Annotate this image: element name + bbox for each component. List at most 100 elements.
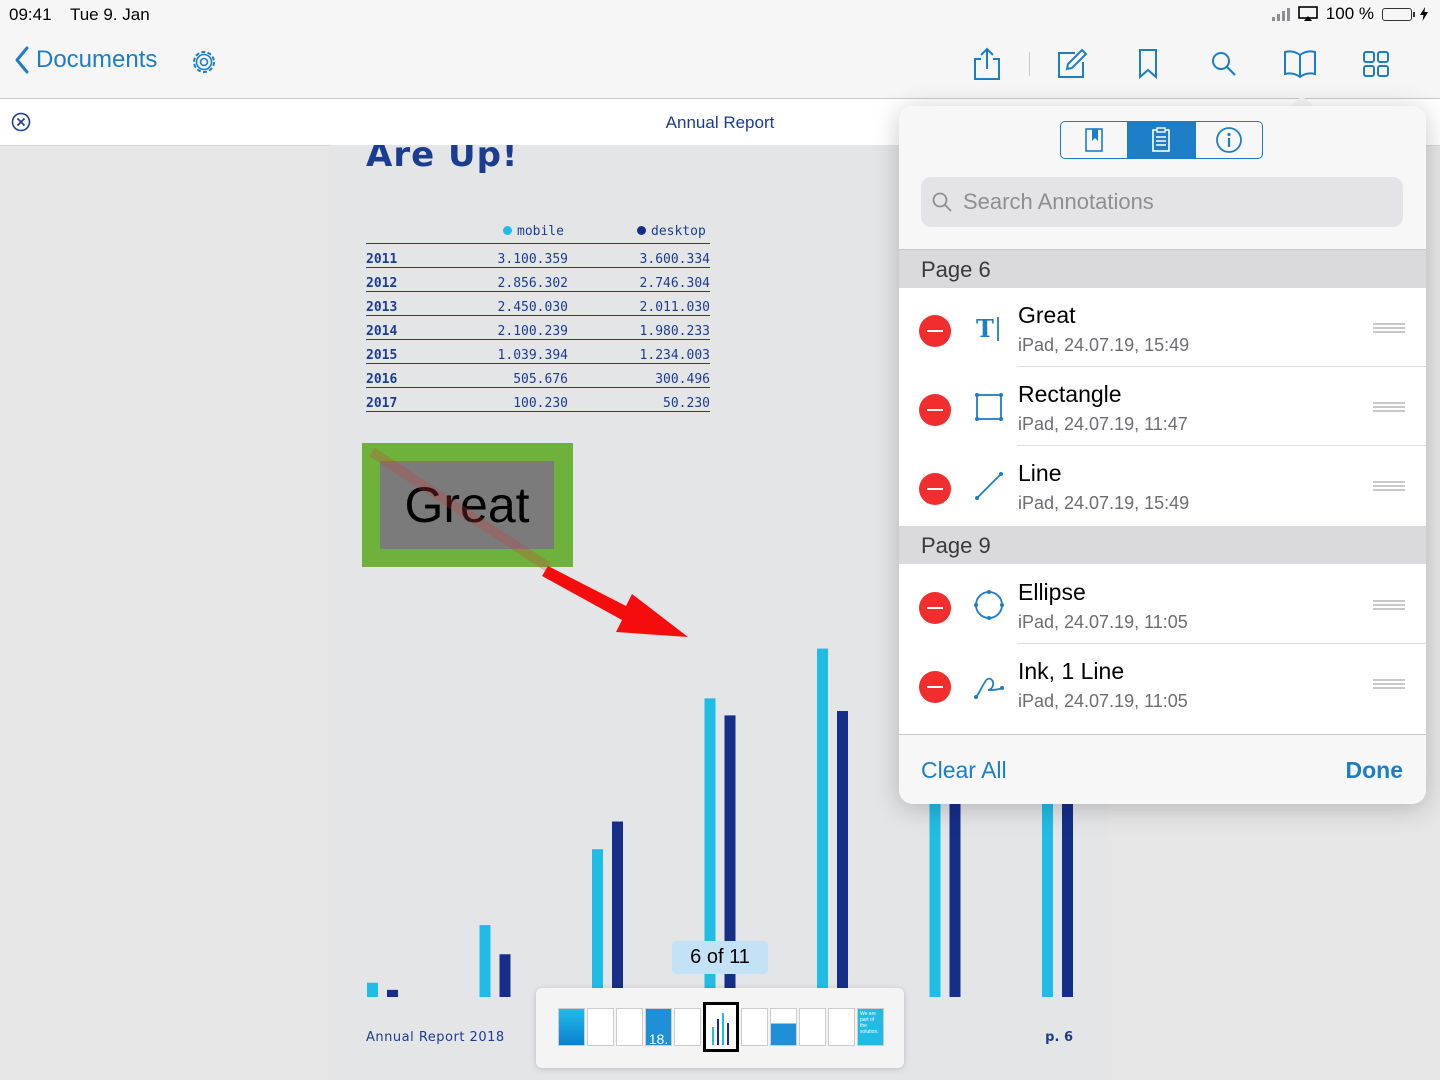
popover-header	[899, 106, 1426, 250]
section-header-page-6: Page 6	[899, 250, 1426, 288]
grid-icon	[1363, 51, 1389, 77]
settings-button[interactable]	[188, 46, 220, 83]
search-icon	[1212, 52, 1236, 76]
reorder-handle-icon[interactable]	[1373, 323, 1405, 333]
pencil-edit-icon	[1058, 48, 1088, 78]
annotation-title: Rectangle	[1018, 381, 1122, 407]
delete-annotation-button[interactable]	[919, 315, 951, 347]
share-icon	[974, 47, 1000, 80]
thumbnail-scrubber[interactable]: 18. We are part of the solution.	[536, 988, 904, 1068]
status-date: Tue 9. Jan	[69, 5, 150, 24]
reorder-handle-icon[interactable]	[1373, 679, 1405, 689]
thumbnail-mini-chart	[712, 1013, 729, 1045]
annotation-title: Great	[1018, 302, 1076, 328]
annotation-row[interactable]: T Great iPad, 24.07.19, 15:49	[899, 288, 1426, 367]
gear-icon	[193, 51, 215, 73]
annotate-button[interactable]	[1052, 44, 1092, 84]
section-header-page-9: Page 9	[899, 526, 1426, 564]
reorder-handle-icon[interactable]	[1373, 600, 1405, 610]
info-icon	[1215, 127, 1242, 153]
delete-annotation-button[interactable]	[919, 671, 951, 703]
thumbnail-page-7[interactable]	[741, 1008, 768, 1046]
thumbnail-page-9[interactable]	[799, 1008, 826, 1046]
annotation-subtitle: iPad, 24.07.19, 11:47	[1018, 414, 1188, 434]
annotation-subtitle: iPad, 24.07.19, 11:05	[1018, 612, 1188, 632]
done-button[interactable]: Done	[1346, 757, 1404, 784]
bookmark-list-icon	[1085, 128, 1103, 152]
annotation-search-input[interactable]	[961, 188, 1395, 216]
documents-back-button[interactable]: Documents	[14, 46, 157, 74]
reorder-handle-icon[interactable]	[1373, 402, 1405, 412]
annotation-row[interactable]: Line iPad, 24.07.19, 15:49	[899, 446, 1426, 526]
annotation-row[interactable]: Ink, 1 Line iPad, 24.07.19, 11:05	[899, 644, 1426, 723]
cellular-signal-icon	[1271, 7, 1290, 21]
popover-footer: Clear All Done	[899, 734, 1426, 804]
status-bar: 09:41 Tue 9. Jan 100 %	[0, 0, 1440, 28]
bar-desktop-2012	[499, 954, 511, 997]
thumbnail-page-1[interactable]	[558, 1008, 585, 1046]
thumbnail-grid-button[interactable]	[1356, 44, 1396, 84]
delete-annotation-button[interactable]	[919, 473, 951, 505]
text-annotation-great[interactable]: Great	[380, 461, 554, 549]
line-icon	[971, 468, 1007, 504]
annotation-row[interactable]: Ellipse iPad, 24.07.19, 11:05	[899, 565, 1426, 644]
bar-mobile-2011	[367, 982, 378, 997]
bar-desktop-2015	[837, 711, 848, 997]
search-button[interactable]	[1204, 44, 1244, 84]
toolbar-separator	[1029, 52, 1030, 76]
annotation-subtitle: iPad, 24.07.19, 15:49	[1018, 335, 1190, 355]
page-counter: 6 of 11	[672, 941, 768, 974]
annotation-row[interactable]: Rectangle iPad, 24.07.19, 11:47	[899, 367, 1426, 446]
outline-button[interactable]	[1280, 44, 1320, 84]
thumbnail-page-4-text: 18.	[648, 1031, 669, 1046]
annotation-title: Ellipse	[1018, 579, 1086, 605]
open-book-icon	[1284, 50, 1316, 79]
annotation-title: Ink, 1 Line	[1018, 658, 1125, 684]
annotation-search-field[interactable]	[921, 177, 1403, 227]
delete-annotation-button[interactable]	[919, 592, 951, 624]
annotation-list-icon	[1152, 127, 1171, 152]
ellipse-icon	[971, 587, 1007, 623]
thumbnail-page-6-selected[interactable]	[703, 1002, 739, 1052]
ink-icon	[971, 666, 1007, 702]
bookmark-icon	[1139, 49, 1157, 80]
svg-text:T: T	[976, 314, 994, 343]
rectangle-icon	[971, 389, 1007, 425]
thumbnail-page-11[interactable]: We are part of the solution.	[857, 1008, 884, 1046]
share-button[interactable]	[967, 44, 1007, 84]
segment-info[interactable]	[1194, 122, 1262, 158]
thumbnail-page-2[interactable]	[587, 1008, 614, 1046]
text-icon: T	[971, 310, 1007, 346]
bar-mobile-2012	[479, 925, 491, 997]
status-time: 09:41	[9, 5, 52, 24]
popover-segmented-control	[1060, 121, 1263, 159]
bar-mobile-2015	[817, 648, 828, 997]
search-icon	[932, 192, 952, 212]
segment-annotations[interactable]	[1127, 122, 1195, 158]
thumbnail-page-5[interactable]	[674, 1008, 701, 1046]
thumbnail-page-3[interactable]	[616, 1008, 643, 1046]
annotation-title: Line	[1018, 460, 1062, 486]
bar-mobile-2013	[592, 849, 603, 997]
segment-bookmarks[interactable]	[1061, 122, 1127, 158]
battery-icon	[1382, 7, 1415, 21]
reorder-handle-icon[interactable]	[1373, 481, 1405, 491]
clear-all-button[interactable]: Clear All	[921, 757, 1007, 784]
annotation-subtitle: iPad, 24.07.19, 11:05	[1018, 691, 1188, 711]
page-number-label: p. 6	[1045, 1030, 1073, 1045]
page-footer-title: Annual Report 2018	[366, 1030, 505, 1045]
top-bar: 09:41 Tue 9. Jan 100 % Documents	[0, 0, 1440, 99]
bar-desktop-2013	[612, 821, 623, 997]
thumbnail-page-8[interactable]	[770, 1008, 797, 1046]
charging-icon	[1420, 7, 1428, 21]
chevron-left-icon	[15, 46, 29, 74]
annotations-popover: Page 6 T Great iPad, 24.07.19, 15:49 Rec…	[899, 106, 1426, 804]
documents-back-label: Documents	[36, 46, 158, 73]
battery-percent: 100 %	[1325, 4, 1374, 23]
airplay-icon	[1297, 6, 1318, 21]
bookmark-button[interactable]	[1128, 44, 1168, 84]
delete-annotation-button[interactable]	[919, 394, 951, 426]
thumbnail-page-4[interactable]: 18.	[645, 1008, 672, 1046]
annotation-subtitle: iPad, 24.07.19, 15:49	[1018, 493, 1190, 513]
thumbnail-page-10[interactable]	[828, 1008, 855, 1046]
